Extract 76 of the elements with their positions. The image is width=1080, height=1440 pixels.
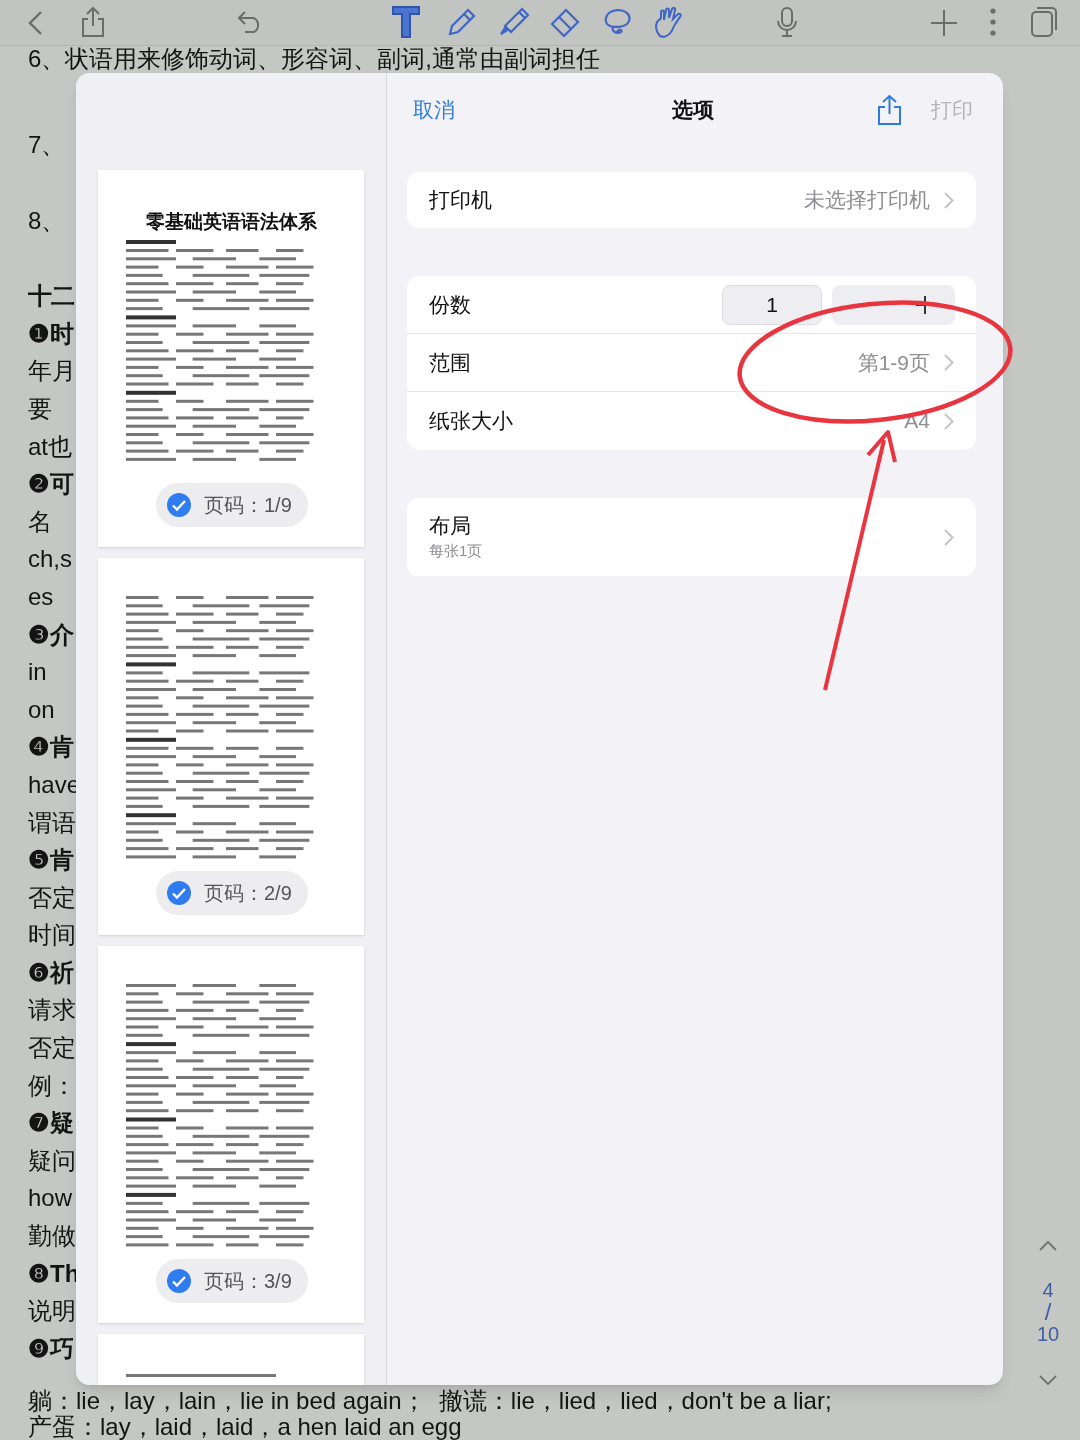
document-text-line: 8、 [28,205,66,236]
document-text-line: 要 [28,393,52,424]
document-text-line: at也 [28,431,72,462]
chevron-up-icon[interactable] [1039,1240,1057,1251]
microphone-icon[interactable] [775,6,799,38]
document-text-line: 6、状语用来修饰动词、形容词、副词,通常由副词担任 [28,46,600,72]
page-badge[interactable]: 页码：2/9 [156,871,308,915]
document-text-line: ❸介 [28,619,74,650]
total-page-count: 10 [1036,1323,1060,1345]
checkmark-icon [166,492,192,518]
paper-size-label: 纸张大小 [429,408,513,435]
eraser-icon[interactable] [549,6,581,38]
share-icon[interactable] [876,94,903,126]
chevron-right-icon [944,412,954,430]
chevron-right-icon [944,354,954,371]
page-number-label: 页码：2/9 [204,881,293,906]
document-text-line: on [28,694,55,725]
page-title: 零基础英语语法体系 [145,210,317,234]
document-text-line: 否定 [28,1033,76,1064]
layout-row[interactable]: 布局 每张1页 [407,498,976,576]
chevron-right-icon [944,528,954,546]
document-text-line: es [28,581,54,612]
document-text-line: 谓语 [28,807,76,838]
page-badge[interactable]: 页码：1/9 [156,483,308,527]
document-text-line: 例： [28,1070,76,1101]
document-text-line: ❼疑 [28,1108,74,1139]
chevron-right-icon [944,191,954,209]
range-label: 范围 [429,349,471,376]
share-icon[interactable] [80,6,106,38]
document-text-line: 疑问 [28,1145,76,1176]
document-text-line: ❶时 [28,318,74,349]
pages-icon[interactable] [1030,6,1058,38]
document-text-line: ❽Th [28,1258,80,1289]
highlighter-icon[interactable] [497,6,529,38]
copies-field[interactable]: 1 [722,284,822,325]
document-text-line: how [28,1183,73,1214]
current-page-number: 4 [1042,1279,1054,1301]
text-tool-icon[interactable] [391,5,421,39]
page-thumbnail[interactable]: 页码：3/9 [98,946,364,1323]
document-text-line: 产蛋：lay，laid，laid，a hen laid an egg [28,1414,462,1440]
document-text-line: 年月 [28,356,76,387]
page-thumbnail[interactable]: 页码：2/9 [98,558,364,935]
document-text-line: ❷可 [28,469,74,500]
document-text-line: 名 [28,506,52,537]
page-badge[interactable]: 页码：3/9 [156,1259,308,1303]
document-text-line: 时间 [28,920,76,951]
document-text-line: 躺：lie，lay，lain，lie in bed again； 撤谎：lie，lied，lied，don't be a liar; [28,1388,832,1414]
document-text-line: 说明 [28,1296,76,1327]
document-text-line: ❺肯 [28,845,74,876]
document-text-line: 勤做 [28,1221,76,1252]
page-number-label: 页码：3/9 [204,1269,293,1294]
checkmark-icon [166,1268,192,1294]
dialog-title: 选项 [672,97,714,124]
pen-icon[interactable] [446,6,478,38]
page-number-label: 页码：1/9 [204,493,293,518]
page-separator: / [1044,1301,1052,1323]
page-thumbnail[interactable]: 零基础英语语法体系 页码：1/9 [98,170,364,547]
copies-label: 份数 [429,291,471,318]
document-text-line: ❻祈 [28,957,74,988]
range-selector[interactable]: 第1-9页 [857,346,954,379]
chevron-down-icon[interactable] [1039,1375,1057,1386]
more-icon[interactable] [990,8,996,36]
layout-label: 布局 [429,513,472,539]
document-text-line: 否定 [28,882,76,913]
document-text-line: ❾巧 [28,1333,74,1364]
document-text-line: ❹肯 [28,732,74,763]
printer-selector[interactable]: 未选择打印机 [804,184,954,216]
document-text-line: ch,s [28,544,72,575]
printer-label: 打印机 [429,187,492,214]
document-text-line: 请求 [28,995,76,1026]
checkmark-icon [166,880,192,906]
layout-detail: 每张1页 [429,541,483,561]
document-text-line: 7、 [28,130,66,160]
document-text-line: in [28,657,47,688]
cancel-button[interactable]: 取消 [413,94,455,126]
document-text-line: 十二 [28,281,74,312]
